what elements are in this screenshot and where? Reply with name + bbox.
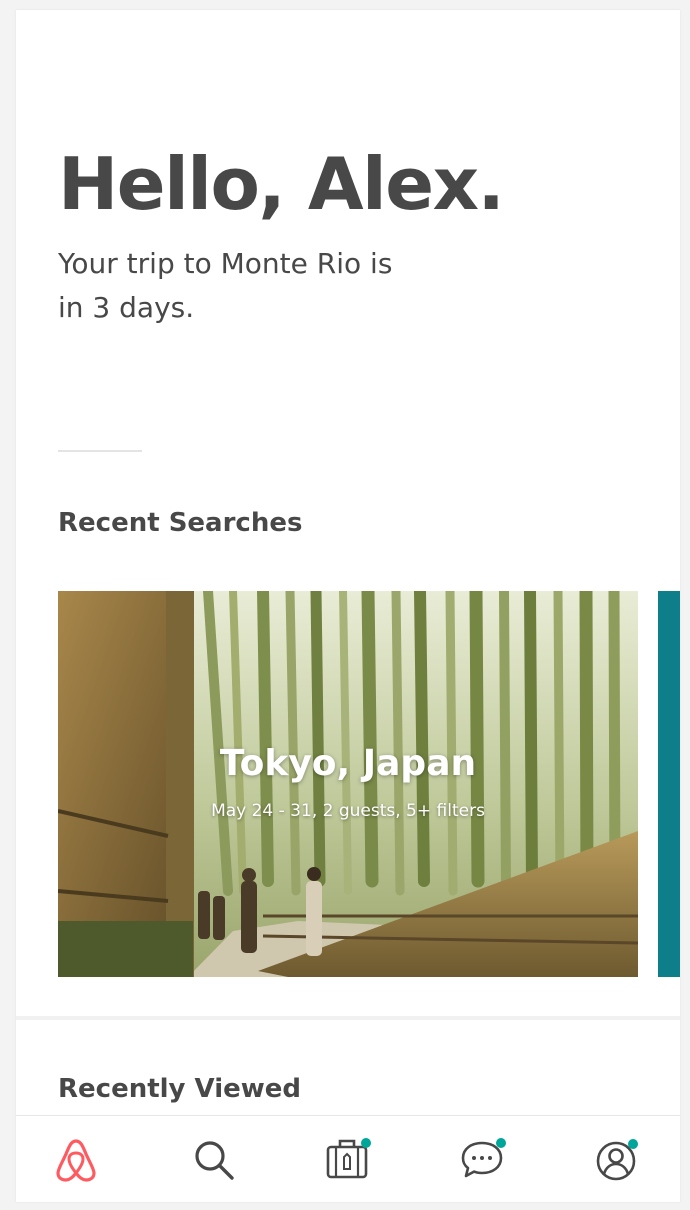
tab-profile[interactable] xyxy=(588,1130,648,1190)
bottom-tab-bar xyxy=(16,1115,680,1202)
section-divider xyxy=(16,1016,680,1020)
tab-search[interactable] xyxy=(184,1130,244,1190)
recent-search-card[interactable]: Tokyo, Japan May 24 - 31, 2 guests, 5+ f… xyxy=(58,591,638,977)
airbnb-logo-icon xyxy=(56,1139,96,1182)
tab-trips[interactable] xyxy=(318,1130,378,1190)
profile-badge xyxy=(628,1139,638,1149)
messages-icon xyxy=(461,1138,506,1178)
trips-badge xyxy=(361,1138,371,1148)
recently-viewed-heading: Recently Viewed xyxy=(58,1074,302,1104)
trip-countdown: Your trip to Monte Rio is in 3 days. xyxy=(58,242,478,330)
profile-icon xyxy=(596,1139,638,1181)
trip-countdown-line-1: Your trip to Monte Rio is xyxy=(58,247,393,280)
search-icon xyxy=(195,1141,234,1180)
next-search-card-peek[interactable] xyxy=(658,591,680,977)
bamboo-forest-photo xyxy=(58,591,638,977)
trips-icon xyxy=(326,1138,371,1179)
tab-explore[interactable] xyxy=(46,1130,106,1190)
search-details: May 24 - 31, 2 guests, 5+ filters xyxy=(211,801,485,821)
recent-searches-heading: Recent Searches xyxy=(58,508,303,538)
trip-countdown-line-2: in 3 days. xyxy=(58,291,195,324)
section-rule xyxy=(58,450,142,452)
greeting-title: Hello, Alex. xyxy=(58,142,505,226)
tab-messages[interactable] xyxy=(454,1130,514,1190)
app-screen: Hello, Alex. Your trip to Monte Rio is in… xyxy=(16,10,680,1202)
search-destination: Tokyo, Japan xyxy=(219,743,477,784)
messages-badge xyxy=(496,1138,506,1148)
